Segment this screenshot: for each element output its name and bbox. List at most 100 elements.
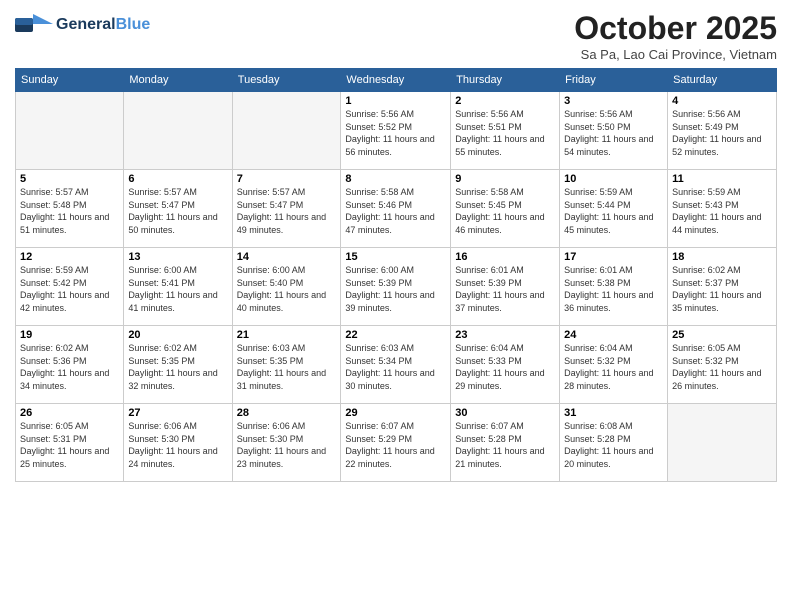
day-info: Sunrise: 6:02 AMSunset: 5:37 PMDaylight:…: [672, 264, 772, 314]
day-info: Sunrise: 5:59 AMSunset: 5:43 PMDaylight:…: [672, 186, 772, 236]
day-info: Sunrise: 5:56 AMSunset: 5:49 PMDaylight:…: [672, 108, 772, 158]
calendar-cell: 13Sunrise: 6:00 AMSunset: 5:41 PMDayligh…: [124, 248, 232, 326]
calendar-cell: 6Sunrise: 5:57 AMSunset: 5:47 PMDaylight…: [124, 170, 232, 248]
calendar-cell: 10Sunrise: 5:59 AMSunset: 5:44 PMDayligh…: [560, 170, 668, 248]
day-info: Sunrise: 6:00 AMSunset: 5:40 PMDaylight:…: [237, 264, 337, 314]
day-info: Sunrise: 6:04 AMSunset: 5:33 PMDaylight:…: [455, 342, 555, 392]
day-info: Sunrise: 5:58 AMSunset: 5:46 PMDaylight:…: [345, 186, 446, 236]
logo-text: GeneralBlue: [56, 16, 150, 34]
day-number: 12: [20, 251, 119, 263]
header-wednesday: Wednesday: [341, 69, 451, 92]
calendar-week-row-4: 26Sunrise: 6:05 AMSunset: 5:31 PMDayligh…: [16, 404, 777, 482]
header-tuesday: Tuesday: [232, 69, 341, 92]
day-number: 9: [455, 173, 555, 185]
day-number: 11: [672, 173, 772, 185]
calendar-cell: 21Sunrise: 6:03 AMSunset: 5:35 PMDayligh…: [232, 326, 341, 404]
logo: GeneralBlue: [15, 10, 150, 40]
header-monday: Monday: [124, 69, 232, 92]
day-number: 21: [237, 329, 337, 341]
day-info: Sunrise: 6:01 AMSunset: 5:38 PMDaylight:…: [564, 264, 663, 314]
month-title: October 2025: [574, 10, 777, 47]
calendar-cell: 31Sunrise: 6:08 AMSunset: 5:28 PMDayligh…: [560, 404, 668, 482]
day-number: 13: [128, 251, 227, 263]
calendar-cell: 19Sunrise: 6:02 AMSunset: 5:36 PMDayligh…: [16, 326, 124, 404]
calendar-cell: [16, 92, 124, 170]
day-info: Sunrise: 5:57 AMSunset: 5:48 PMDaylight:…: [20, 186, 119, 236]
logo-icon: [15, 10, 53, 40]
calendar-cell: 2Sunrise: 5:56 AMSunset: 5:51 PMDaylight…: [451, 92, 560, 170]
calendar-cell: 28Sunrise: 6:06 AMSunset: 5:30 PMDayligh…: [232, 404, 341, 482]
calendar-cell: 9Sunrise: 5:58 AMSunset: 5:45 PMDaylight…: [451, 170, 560, 248]
day-info: Sunrise: 6:03 AMSunset: 5:35 PMDaylight:…: [237, 342, 337, 392]
day-number: 26: [20, 407, 119, 419]
day-info: Sunrise: 6:03 AMSunset: 5:34 PMDaylight:…: [345, 342, 446, 392]
day-number: 28: [237, 407, 337, 419]
day-number: 5: [20, 173, 119, 185]
calendar-cell: 24Sunrise: 6:04 AMSunset: 5:32 PMDayligh…: [560, 326, 668, 404]
day-info: Sunrise: 6:01 AMSunset: 5:39 PMDaylight:…: [455, 264, 555, 314]
header-sunday: Sunday: [16, 69, 124, 92]
day-info: Sunrise: 6:05 AMSunset: 5:32 PMDaylight:…: [672, 342, 772, 392]
day-number: 19: [20, 329, 119, 341]
calendar-cell: 5Sunrise: 5:57 AMSunset: 5:48 PMDaylight…: [16, 170, 124, 248]
calendar-cell: [232, 92, 341, 170]
day-info: Sunrise: 6:07 AMSunset: 5:29 PMDaylight:…: [345, 420, 446, 470]
day-number: 24: [564, 329, 663, 341]
day-number: 16: [455, 251, 555, 263]
calendar-cell: 30Sunrise: 6:07 AMSunset: 5:28 PMDayligh…: [451, 404, 560, 482]
day-info: Sunrise: 5:58 AMSunset: 5:45 PMDaylight:…: [455, 186, 555, 236]
day-info: Sunrise: 5:59 AMSunset: 5:44 PMDaylight:…: [564, 186, 663, 236]
calendar-cell: 26Sunrise: 6:05 AMSunset: 5:31 PMDayligh…: [16, 404, 124, 482]
header: GeneralBlue October 2025 Sa Pa, Lao Cai …: [15, 10, 777, 62]
day-number: 4: [672, 95, 772, 107]
calendar-cell: 29Sunrise: 6:07 AMSunset: 5:29 PMDayligh…: [341, 404, 451, 482]
calendar-cell: 20Sunrise: 6:02 AMSunset: 5:35 PMDayligh…: [124, 326, 232, 404]
calendar-table: Sunday Monday Tuesday Wednesday Thursday…: [15, 68, 777, 482]
day-number: 17: [564, 251, 663, 263]
calendar-cell: 22Sunrise: 6:03 AMSunset: 5:34 PMDayligh…: [341, 326, 451, 404]
calendar-cell: 15Sunrise: 6:00 AMSunset: 5:39 PMDayligh…: [341, 248, 451, 326]
day-number: 25: [672, 329, 772, 341]
day-number: 14: [237, 251, 337, 263]
calendar-cell: 17Sunrise: 6:01 AMSunset: 5:38 PMDayligh…: [560, 248, 668, 326]
day-info: Sunrise: 6:02 AMSunset: 5:36 PMDaylight:…: [20, 342, 119, 392]
day-info: Sunrise: 6:00 AMSunset: 5:39 PMDaylight:…: [345, 264, 446, 314]
day-number: 15: [345, 251, 446, 263]
location: Sa Pa, Lao Cai Province, Vietnam: [574, 47, 777, 62]
calendar-cell: 25Sunrise: 6:05 AMSunset: 5:32 PMDayligh…: [668, 326, 777, 404]
calendar-cell: 27Sunrise: 6:06 AMSunset: 5:30 PMDayligh…: [124, 404, 232, 482]
calendar-week-row-1: 5Sunrise: 5:57 AMSunset: 5:48 PMDaylight…: [16, 170, 777, 248]
calendar-week-row-3: 19Sunrise: 6:02 AMSunset: 5:36 PMDayligh…: [16, 326, 777, 404]
calendar-cell: 1Sunrise: 5:56 AMSunset: 5:52 PMDaylight…: [341, 92, 451, 170]
day-number: 18: [672, 251, 772, 263]
day-number: 10: [564, 173, 663, 185]
calendar-cell: 23Sunrise: 6:04 AMSunset: 5:33 PMDayligh…: [451, 326, 560, 404]
header-saturday: Saturday: [668, 69, 777, 92]
calendar-cell: 14Sunrise: 6:00 AMSunset: 5:40 PMDayligh…: [232, 248, 341, 326]
day-info: Sunrise: 5:59 AMSunset: 5:42 PMDaylight:…: [20, 264, 119, 314]
day-number: 20: [128, 329, 227, 341]
day-number: 27: [128, 407, 227, 419]
day-number: 8: [345, 173, 446, 185]
day-info: Sunrise: 6:08 AMSunset: 5:28 PMDaylight:…: [564, 420, 663, 470]
calendar-cell: [668, 404, 777, 482]
day-info: Sunrise: 5:57 AMSunset: 5:47 PMDaylight:…: [237, 186, 337, 236]
day-info: Sunrise: 6:06 AMSunset: 5:30 PMDaylight:…: [128, 420, 227, 470]
day-info: Sunrise: 5:56 AMSunset: 5:51 PMDaylight:…: [455, 108, 555, 158]
calendar-cell: 16Sunrise: 6:01 AMSunset: 5:39 PMDayligh…: [451, 248, 560, 326]
day-number: 22: [345, 329, 446, 341]
header-thursday: Thursday: [451, 69, 560, 92]
day-number: 30: [455, 407, 555, 419]
day-number: 1: [345, 95, 446, 107]
calendar-header-row: Sunday Monday Tuesday Wednesday Thursday…: [16, 69, 777, 92]
day-info: Sunrise: 6:04 AMSunset: 5:32 PMDaylight:…: [564, 342, 663, 392]
calendar-cell: 8Sunrise: 5:58 AMSunset: 5:46 PMDaylight…: [341, 170, 451, 248]
calendar-cell: [124, 92, 232, 170]
calendar-cell: 18Sunrise: 6:02 AMSunset: 5:37 PMDayligh…: [668, 248, 777, 326]
day-number: 31: [564, 407, 663, 419]
title-block: October 2025 Sa Pa, Lao Cai Province, Vi…: [574, 10, 777, 62]
day-info: Sunrise: 6:05 AMSunset: 5:31 PMDaylight:…: [20, 420, 119, 470]
page: GeneralBlue October 2025 Sa Pa, Lao Cai …: [0, 0, 792, 612]
calendar-week-row-0: 1Sunrise: 5:56 AMSunset: 5:52 PMDaylight…: [16, 92, 777, 170]
day-number: 29: [345, 407, 446, 419]
